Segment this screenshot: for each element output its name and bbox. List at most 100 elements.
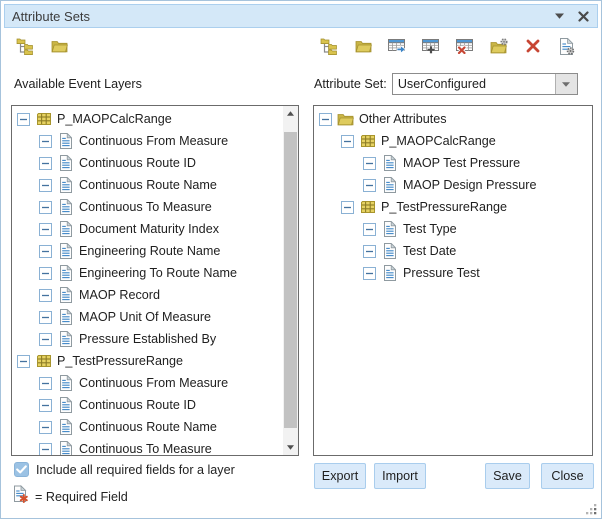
collapse-expander-icon[interactable] [39,223,52,236]
collapse-expander-icon[interactable] [363,179,376,192]
event-table-icon [35,354,52,368]
attribute-set-properties-button[interactable] [557,36,577,56]
tree-item-label: P_MAOPCalcRange [381,134,496,148]
available-layers-tree-panel: P_MAOPCalcRangeContinuous From MeasureCo… [11,105,299,456]
tree-item-label: Engineering Route Name [79,244,220,258]
collapse-set-tree-button[interactable] [353,36,373,56]
tree-item[interactable]: MAOP Record [12,284,283,306]
dialog-title: Attribute Sets [12,9,552,24]
scroll-down-icon[interactable] [283,440,298,455]
collapse-expander-icon[interactable] [39,245,52,258]
collapse-expander-icon[interactable] [39,399,52,412]
tree-item[interactable]: P_TestPressureRange [12,350,283,372]
tree-item[interactable]: Engineering To Route Name [12,262,283,284]
tree-item[interactable]: Test Type [314,218,592,240]
tree-item-label: Other Attributes [359,112,447,126]
hierarchy-icon [320,37,338,55]
field-icon [381,243,398,259]
delete-attribute-set-button[interactable] [523,36,543,56]
save-button[interactable]: Save [485,463,530,489]
tree-item-label: Continuous To Measure [79,200,212,214]
collapse-expander-icon[interactable] [341,201,354,214]
tree-item[interactable]: Continuous From Measure [12,372,283,394]
tree-item-label: Continuous Route Name [79,178,217,192]
tree-item-label: Document Maturity Index [79,222,219,236]
add-table-button[interactable] [421,36,441,56]
tree-item[interactable]: Continuous Route Name [12,174,283,196]
close-icon[interactable] [576,9,590,23]
tree-item[interactable]: P_MAOPCalcRange [314,130,592,152]
tree-item[interactable]: Pressure Test [314,262,592,284]
field-icon [57,155,74,171]
collapse-expander-icon[interactable] [17,113,30,126]
tree-item[interactable]: Other Attributes [314,108,592,130]
tree-item[interactable]: Test Date [314,240,592,262]
required-field-icon [13,485,29,508]
tree-item-label: MAOP Test Pressure [403,156,520,170]
collapse-expander-icon[interactable] [39,333,52,346]
attribute-set-dropdown[interactable]: UserConfigured [392,73,578,95]
field-icon [57,331,74,347]
export-button[interactable]: Export [314,463,366,489]
tree-item[interactable]: MAOP Design Pressure [314,174,592,196]
tree-item[interactable]: P_MAOPCalcRange [12,108,283,130]
collapse-expander-icon[interactable] [39,311,52,324]
new-attribute-set-button[interactable] [489,36,509,56]
tree-item[interactable]: MAOP Test Pressure [314,152,592,174]
collapse-expander-icon[interactable] [17,355,30,368]
collapse-expander-icon[interactable] [39,179,52,192]
tree-item[interactable]: Continuous Route ID [12,394,283,416]
collapse-expander-icon[interactable] [39,289,52,302]
field-icon [381,177,398,193]
chevron-down-icon[interactable] [555,74,577,94]
tree-item[interactable]: Continuous Route ID [12,152,283,174]
attribute-set-tree-panel: Other Attributes P_MAOPCalcRange MAOP Test… [313,105,593,456]
collapse-expander-icon[interactable] [363,245,376,258]
hierarchy-icon [16,37,34,55]
vertical-scrollbar[interactable] [283,106,298,455]
doc-gear-icon [559,38,575,55]
tree-item[interactable]: MAOP Unit Of Measure [12,306,283,328]
collapse-expander-icon[interactable] [319,113,332,126]
tree-item-label: Continuous Route Name [79,420,217,434]
collapse-expander-icon[interactable] [39,377,52,390]
folder-open-icon [51,39,68,53]
tree-item[interactable]: P_TestPressureRange [314,196,592,218]
tree-item-label: Continuous Route ID [79,398,196,412]
collapse-expander-icon[interactable] [363,223,376,236]
tree-item[interactable]: Continuous Route Name [12,416,283,438]
scrollbar-thumb[interactable] [284,132,297,428]
scroll-up-icon[interactable] [283,106,298,121]
import-button[interactable]: Import [374,463,426,489]
include-required-checkbox[interactable] [14,462,29,477]
tree-item[interactable]: Pressure Established By [12,328,283,350]
expand-layer-tree-button[interactable] [15,36,35,56]
tree-item[interactable]: Document Maturity Index [12,218,283,240]
attribute-set-tree: Other Attributes P_MAOPCalcRange MAOP Test… [314,106,592,455]
titlebar[interactable]: Attribute Sets [4,4,598,28]
field-icon [381,265,398,281]
collapse-layer-tree-button[interactable] [49,36,69,56]
field-icon [57,265,74,281]
collapse-expander-icon[interactable] [39,421,52,434]
tree-item[interactable]: Continuous To Measure [12,438,283,455]
field-icon [57,309,74,325]
tree-item[interactable]: Continuous From Measure [12,130,283,152]
tree-item[interactable]: Engineering Route Name [12,240,283,262]
collapse-expander-icon[interactable] [363,157,376,170]
collapse-expander-icon[interactable] [39,201,52,214]
close-button[interactable]: Close [541,463,594,489]
chevron-down-icon[interactable] [552,9,566,23]
collapse-expander-icon[interactable] [39,135,52,148]
resize-grip-icon[interactable] [585,502,597,514]
collapse-expander-icon[interactable] [363,267,376,280]
remove-table-button[interactable] [455,36,475,56]
collapse-expander-icon[interactable] [39,157,52,170]
export-table-button[interactable] [387,36,407,56]
expand-set-tree-button[interactable] [319,36,339,56]
collapse-expander-icon[interactable] [39,267,52,280]
tree-item-label: MAOP Unit Of Measure [79,310,211,324]
collapse-expander-icon[interactable] [341,135,354,148]
collapse-expander-icon[interactable] [39,443,52,456]
tree-item[interactable]: Continuous To Measure [12,196,283,218]
